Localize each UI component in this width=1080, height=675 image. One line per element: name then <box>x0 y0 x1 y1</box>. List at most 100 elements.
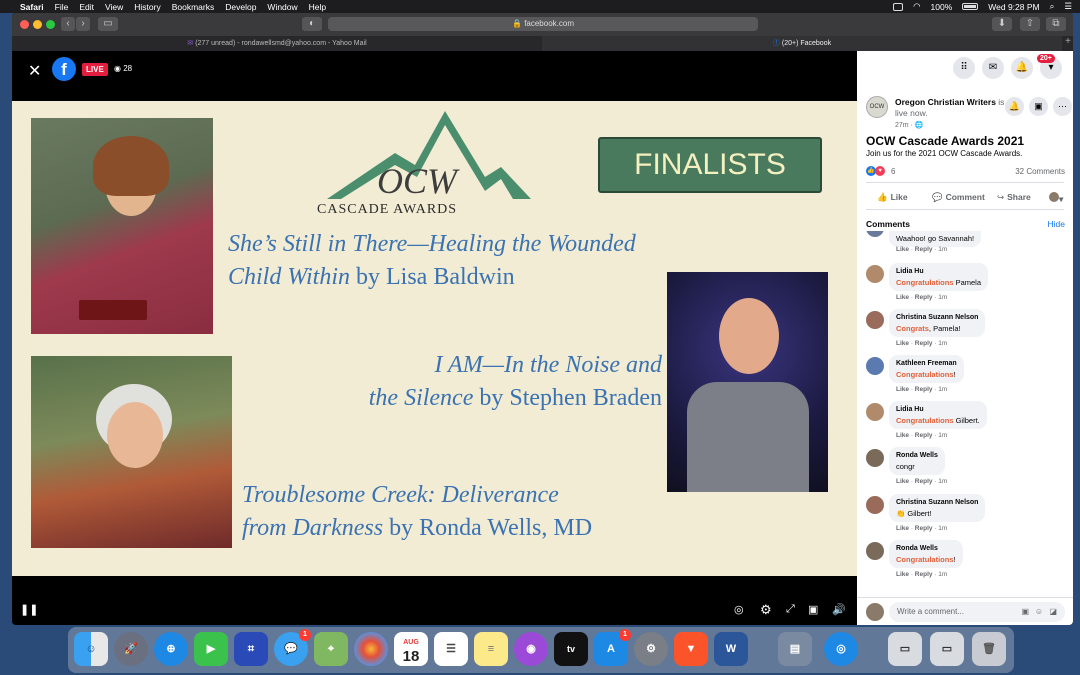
facetime-icon[interactable]: ▶ <box>194 632 228 666</box>
forward-button[interactable]: › <box>76 17 90 31</box>
comment-input[interactable]: Write a comment... ▣ ☺ ◪ <box>889 602 1065 622</box>
comment-reply-link[interactable]: Reply <box>915 246 933 253</box>
tab-facebook[interactable]: ⓕ (20+) Facebook <box>542 36 1062 51</box>
menu-history[interactable]: History <box>134 2 160 12</box>
comment-author[interactable]: Christina Suzann Nelson <box>896 497 978 508</box>
menu-bookmarks[interactable]: Bookmarks <box>172 2 215 12</box>
comment-like-link[interactable]: Like <box>896 525 909 532</box>
minimize-window-button[interactable] <box>33 20 42 29</box>
podcasts-icon[interactable]: ◉ <box>514 632 548 666</box>
comment-tag[interactable]: Congratulations <box>896 370 954 379</box>
more-options-button[interactable]: ⋯ <box>1053 97 1072 116</box>
safari-icon[interactable]: ⊕ <box>154 632 188 666</box>
downloads-button[interactable]: ⬇ <box>992 17 1012 31</box>
share-button-fb[interactable]: ↪ Share <box>997 192 1031 203</box>
picture-in-picture-icon[interactable]: ▣ <box>808 603 818 616</box>
fullscreen-icon[interactable]: ⤢ <box>786 603 795 616</box>
comment-author[interactable]: Christina Suzann Nelson <box>896 312 978 323</box>
messenger-icon[interactable]: ✉ <box>982 57 1004 79</box>
comment-author[interactable]: Kathleen Freeman <box>896 358 957 369</box>
preview-icon[interactable]: ⌗ <box>234 632 268 666</box>
settings-gear-icon[interactable]: ⚙ <box>760 602 772 618</box>
trash-icon[interactable]: 🗑 <box>972 632 1006 666</box>
image-capture-icon[interactable]: ▤ <box>778 632 812 666</box>
fullscreen-window-button[interactable] <box>46 20 55 29</box>
post-timestamp[interactable]: 27m · 🌐 <box>895 121 924 129</box>
finder-icon[interactable]: ☺ <box>74 632 108 666</box>
reminders-icon[interactable]: ☰ <box>434 632 468 666</box>
comments-count[interactable]: 32 Comments <box>1015 167 1065 176</box>
share-button[interactable]: ⇧ <box>1020 17 1040 31</box>
comment-like-link[interactable]: Like <box>896 386 909 393</box>
close-icon[interactable]: ✕ <box>28 61 41 81</box>
reaction-summary[interactable]: 👍 ♥ 6 <box>866 166 895 176</box>
comment-like-link[interactable]: Like <box>896 340 909 347</box>
comment-reply-link[interactable]: Reply <box>915 386 933 393</box>
minimized-window-icon[interactable]: ▭ <box>888 632 922 666</box>
comment-tag[interactable]: Congratulations <box>896 278 954 287</box>
privacy-report-button[interactable]: ◐ <box>302 17 322 31</box>
comment-reply-link[interactable]: Reply <box>915 571 933 578</box>
avatar[interactable] <box>866 357 884 375</box>
comment-author[interactable]: Ronda Wells <box>896 543 956 554</box>
page-name-link[interactable]: Oregon Christian Writers <box>895 97 996 107</box>
notifications-bell-icon[interactable]: 🔔 <box>1011 57 1033 79</box>
emoji-icon[interactable]: ☺ <box>1035 602 1043 622</box>
avatar[interactable] <box>866 311 884 329</box>
menu-help[interactable]: Help <box>309 2 326 12</box>
back-button[interactable]: ‹ <box>61 17 75 31</box>
page-avatar[interactable]: OCW <box>866 96 888 118</box>
control-center-icon[interactable]: ☰ <box>1064 1 1072 12</box>
comment-reply-link[interactable]: Reply <box>915 478 933 485</box>
maps-icon[interactable]: ⌖ <box>314 632 348 666</box>
save-post-button[interactable]: ▣ <box>1029 97 1048 116</box>
comment-tag[interactable]: Congratulations <box>896 555 954 564</box>
menu-file[interactable]: File <box>55 2 69 12</box>
sticker-icon[interactable]: ◪ <box>1049 602 1057 622</box>
app-store-icon[interactable]: A1 <box>594 629 631 666</box>
avatar[interactable] <box>866 265 884 283</box>
avatar[interactable] <box>866 542 884 560</box>
photos-icon[interactable] <box>354 632 388 666</box>
facebook-logo-icon[interactable]: f <box>52 57 76 81</box>
launchpad-icon[interactable]: 🚀 <box>114 632 148 666</box>
calendar-icon[interactable]: AUG 18 <box>394 632 428 666</box>
clock[interactable]: Wed 9:28 PM <box>988 2 1039 12</box>
menu-window[interactable]: Window <box>267 2 297 12</box>
address-bar[interactable]: 🔒 facebook.com <box>328 17 758 31</box>
menu-develop[interactable]: Develop <box>225 2 256 12</box>
comment-tag[interactable]: Congrats <box>896 324 929 333</box>
sidebar-toggle-button[interactable]: ▭ <box>98 17 118 31</box>
battery-icon[interactable] <box>962 3 979 10</box>
volume-icon[interactable]: 🔊 <box>832 603 846 616</box>
comment-author[interactable]: Ronda Wells <box>896 450 938 461</box>
comment-reply-link[interactable]: Reply <box>915 340 933 347</box>
comment-like-link[interactable]: Like <box>896 246 909 253</box>
comment-author[interactable]: Lidia Hu <box>896 266 981 277</box>
menu-grid-icon[interactable]: ⠿ <box>953 57 975 79</box>
comment-author[interactable]: Lidia Hu <box>896 404 980 415</box>
pause-icon[interactable]: ❚❚ <box>20 603 38 616</box>
dock-app-icon[interactable]: ◎ <box>824 632 858 666</box>
comment-reply-link[interactable]: Reply <box>915 525 933 532</box>
captions-icon[interactable]: ◎ <box>734 603 744 616</box>
avatar[interactable] <box>866 496 884 514</box>
wifi-icon[interactable]: ◠ <box>913 1 920 12</box>
brave-browser-icon[interactable]: ▼ <box>674 632 708 666</box>
avatar[interactable] <box>866 449 884 467</box>
avatar[interactable] <box>866 231 884 237</box>
comment-like-link[interactable]: Like <box>896 432 909 439</box>
like-button[interactable]: 👍 Like <box>877 192 908 203</box>
apple-tv-icon[interactable]: tv <box>554 632 588 666</box>
follow-bell-button[interactable]: 🔔 <box>1005 97 1024 116</box>
spotlight-icon[interactable]: ⌕ <box>1050 1 1055 12</box>
comment-reply-link[interactable]: Reply <box>915 432 933 439</box>
system-preferences-icon[interactable]: ⚙ <box>634 632 668 666</box>
live-video-player[interactable]: ✕ f LIVE ◉ 28 OCW CASCADE AWARDS FINALIS… <box>12 51 857 625</box>
comment-reply-link[interactable]: Reply <box>915 294 933 301</box>
tab-yahoo-mail[interactable]: ✉ (277 unread) - rondawellsmd@yahoo.com … <box>12 36 542 51</box>
comment-tag[interactable]: Congratulations <box>896 416 954 425</box>
comment-like-link[interactable]: Like <box>896 294 909 301</box>
close-window-button[interactable] <box>20 20 29 29</box>
screen-mirror-icon[interactable] <box>893 2 904 11</box>
